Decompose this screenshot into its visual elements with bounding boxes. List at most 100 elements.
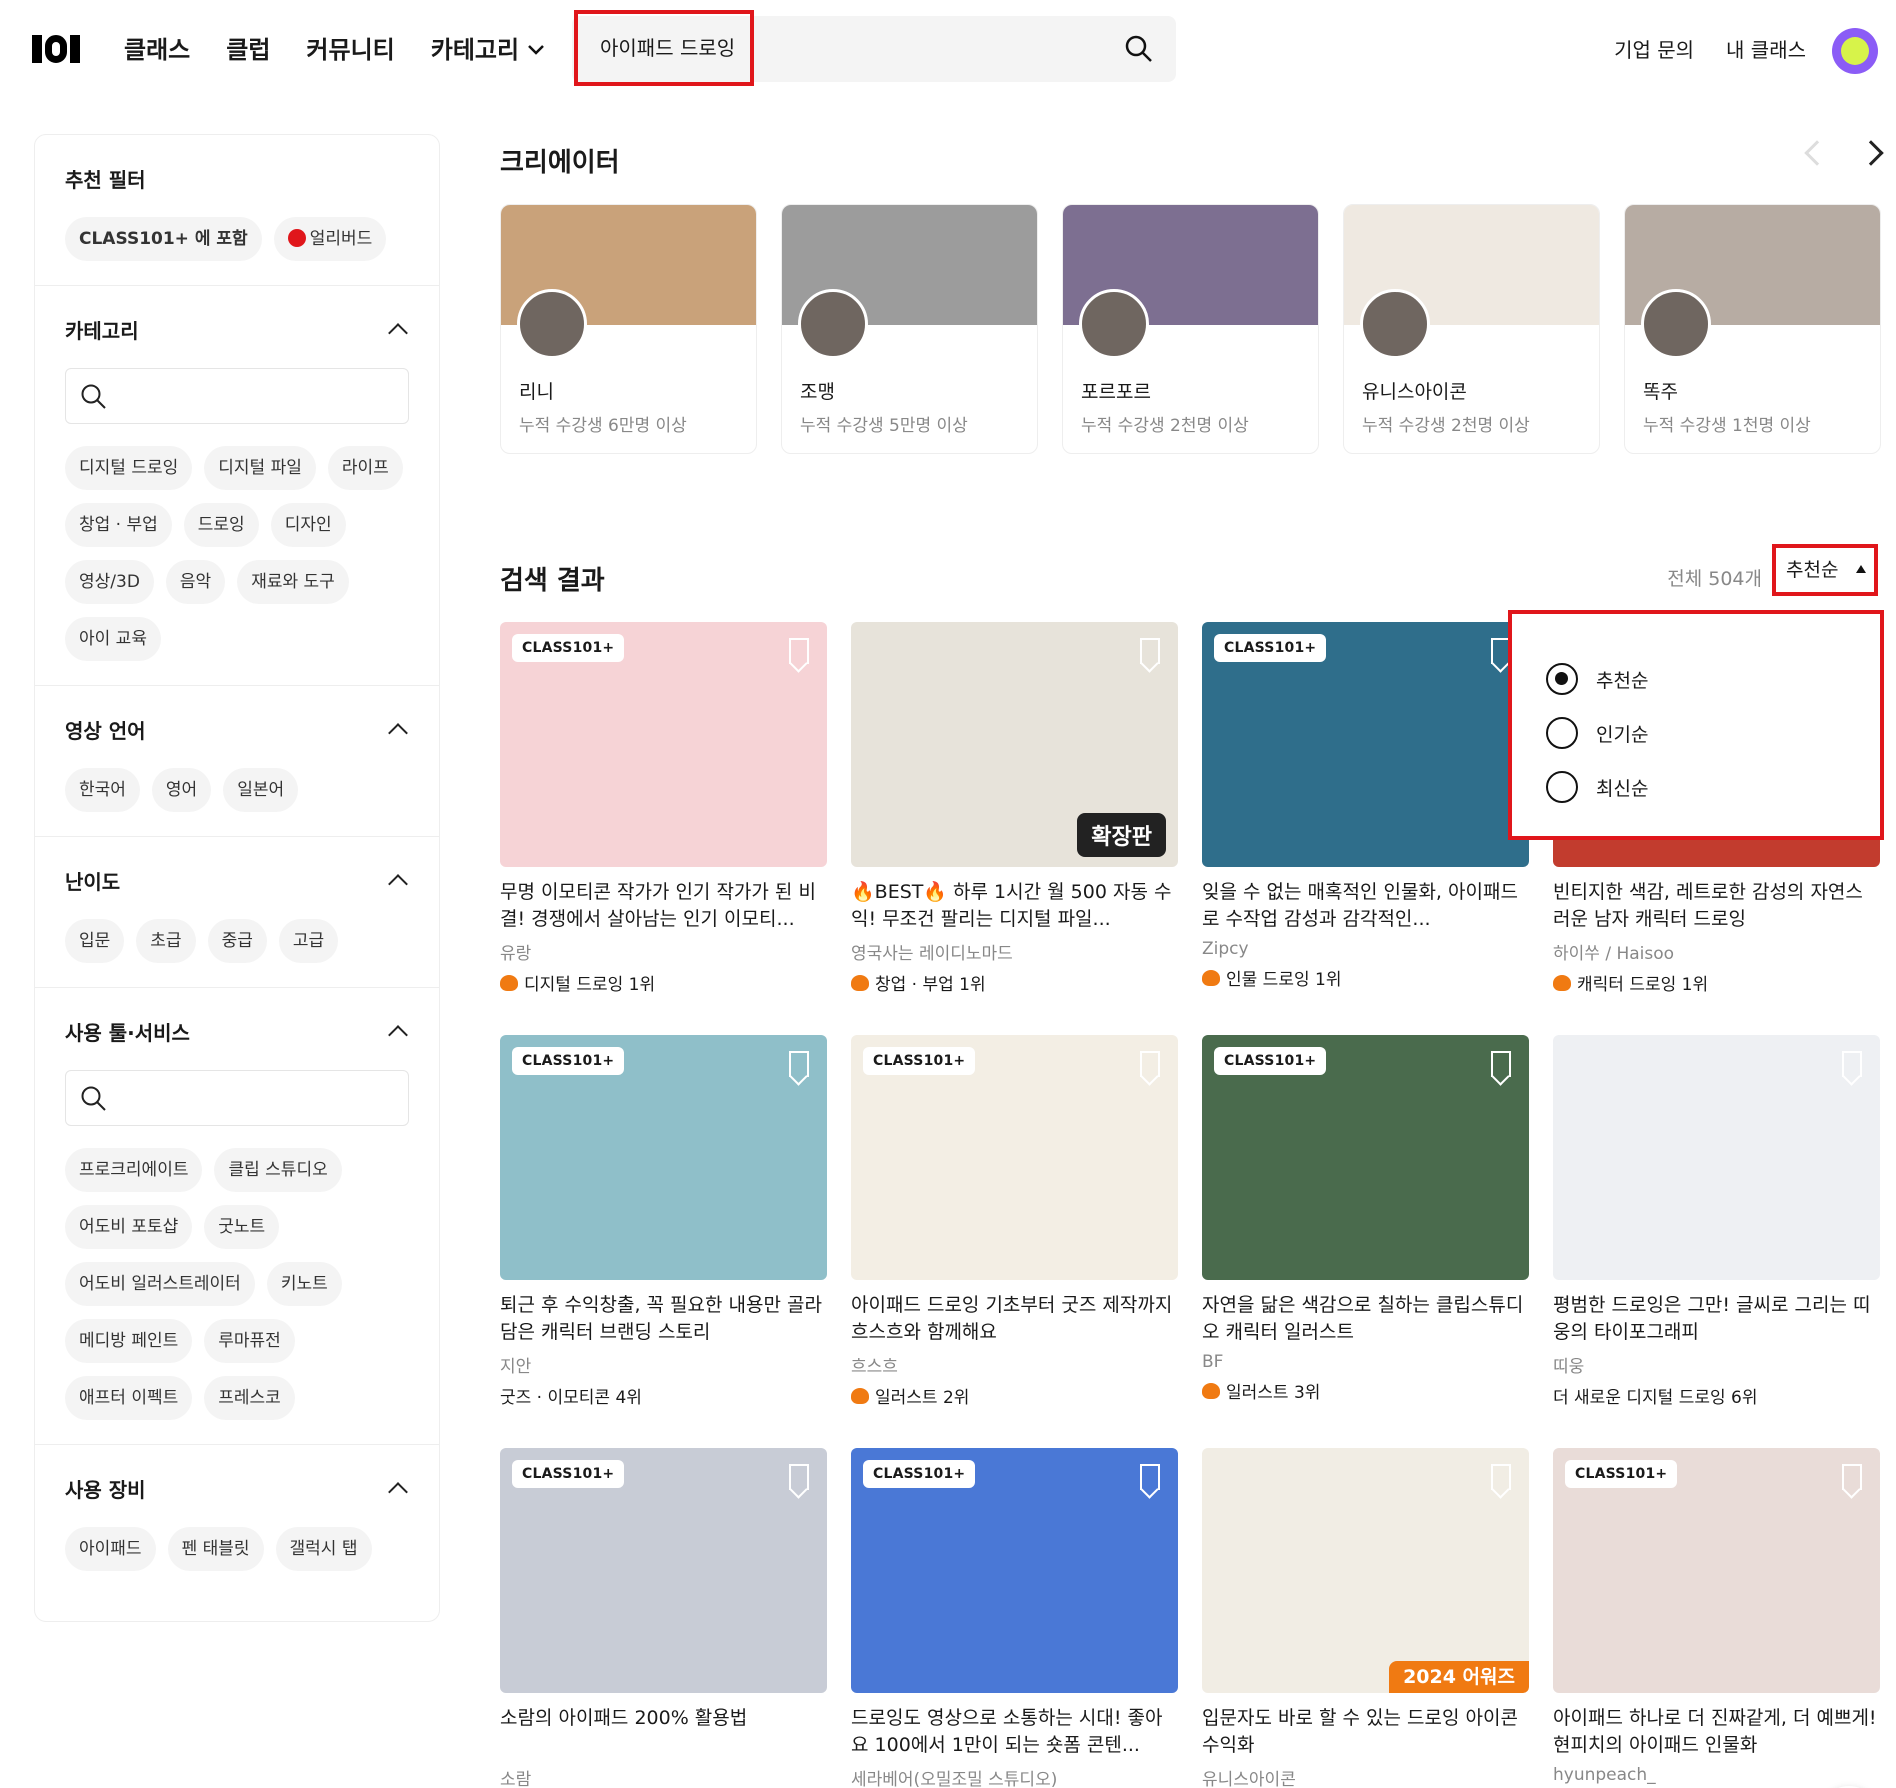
chip-tools[interactable]: 어도비 포토샵 xyxy=(65,1205,193,1249)
sort-option[interactable]: 인기순 xyxy=(1546,706,1880,760)
chip-tools[interactable]: 루마퓨전 xyxy=(204,1319,295,1363)
class-card[interactable]: CLASS101+ 자연을 닮은 색감으로 칠하는 클립스튜디오 캐릭터 일러스트… xyxy=(1202,1035,1529,1448)
nav-club[interactable]: 클럽 xyxy=(226,30,270,70)
business-inquiry-link[interactable]: 기업 문의 xyxy=(1614,34,1694,66)
bookmark-icon[interactable] xyxy=(1491,1051,1511,1077)
bookmark-icon[interactable] xyxy=(789,1464,809,1490)
class-thumbnail[interactable] xyxy=(1553,1035,1880,1280)
prev-arrow-icon[interactable] xyxy=(1804,140,1830,166)
chip-category[interactable]: 디지털 파일 xyxy=(204,446,316,490)
category-search-input[interactable] xyxy=(65,368,409,424)
chip-category[interactable]: 라이프 xyxy=(327,446,403,490)
class101-logo[interactable] xyxy=(32,34,90,64)
chip-tools[interactable]: 클립 스튜디오 xyxy=(214,1148,342,1192)
chip-tools[interactable]: 애프터 이펙트 xyxy=(65,1376,193,1420)
class-card[interactable]: CLASS101+ 드로잉도 영상으로 소통하는 시대! 좋아요 100에서 1만… xyxy=(851,1448,1178,1788)
class-card[interactable]: 평범한 드로잉은 그만! 글씨로 그리는 띠웅의 타이포그래피 띠웅 더 새로운 디… xyxy=(1553,1035,1880,1448)
creator-card[interactable]: 조맹 누적 수강생 5만명 이상 xyxy=(781,204,1038,454)
chip-tools[interactable]: 굿노트 xyxy=(204,1205,280,1249)
class-thumbnail[interactable]: CLASS101+ xyxy=(500,1035,827,1280)
chip-difficulty[interactable]: 중급 xyxy=(207,919,267,963)
chip-language[interactable]: 영어 xyxy=(151,768,212,812)
chip-tools[interactable]: 어도비 일러스트레이터 xyxy=(65,1262,255,1306)
class-card[interactable]: 확장판 🔥BEST🔥 하루 1시간 월 500 자동 수익! 무조건 팔리는 디지… xyxy=(851,622,1178,1035)
chip-earlybird[interactable]: 얼리버드 xyxy=(273,217,387,261)
chip-tools[interactable]: 키노트 xyxy=(266,1262,342,1306)
class-title[interactable]: 소람의 아이패드 200% 활용법 xyxy=(500,1705,827,1759)
nav-classes[interactable]: 클래스 xyxy=(124,30,190,70)
section-title[interactable]: 카테고리 xyxy=(65,314,409,344)
class-title[interactable]: 입문자도 바로 할 수 있는 드로잉 아이콘 수익화 xyxy=(1202,1705,1529,1759)
class-title[interactable]: 드로잉도 영상으로 소통하는 시대! 좋아요 100에서 1만이 되는 숏폼 콘… xyxy=(851,1705,1178,1759)
tools-search-input[interactable] xyxy=(65,1070,409,1126)
class-title[interactable]: 평범한 드로잉은 그만! 글씨로 그리는 띠웅의 타이포그래피 xyxy=(1553,1292,1880,1346)
chip-category[interactable]: 디지털 드로잉 xyxy=(65,446,193,490)
chip-tools[interactable]: 메디방 페인트 xyxy=(65,1319,193,1363)
bookmark-icon[interactable] xyxy=(1140,1464,1160,1490)
class-thumbnail[interactable]: CLASS101+ xyxy=(1202,1035,1529,1280)
chip-equipment[interactable]: 펜 태블릿 xyxy=(167,1527,264,1571)
chip-tools[interactable]: 프로크리에이트 xyxy=(65,1148,203,1192)
bookmark-icon[interactable] xyxy=(1491,1464,1511,1490)
class-thumbnail[interactable]: CLASS101+ xyxy=(500,622,827,867)
bookmark-icon[interactable] xyxy=(1842,1464,1862,1490)
chevron-up-icon[interactable] xyxy=(388,874,408,894)
class-thumbnail[interactable]: CLASS101+ xyxy=(851,1035,1178,1280)
class-card[interactable]: CLASS101+ 퇴근 후 수익창출, 꼭 필요한 내용만 골라 담은 캐릭터 … xyxy=(500,1035,827,1448)
search-icon[interactable] xyxy=(1124,34,1154,64)
chip-difficulty[interactable]: 초급 xyxy=(136,919,196,963)
chip-category[interactable]: 창업 · 부업 xyxy=(65,503,172,547)
chip-difficulty[interactable]: 입문 xyxy=(65,919,125,963)
class-card[interactable]: CLASS101+ 무명 이모티콘 작가가 인기 작가가 된 비결! 경쟁에서 살… xyxy=(500,622,827,1035)
chevron-up-icon[interactable] xyxy=(388,1025,408,1045)
chip-category[interactable]: 음악 xyxy=(165,560,226,604)
chip-language[interactable]: 일본어 xyxy=(223,768,299,812)
creator-card[interactable]: 리니 누적 수강생 6만명 이상 xyxy=(500,204,757,454)
bookmark-icon[interactable] xyxy=(789,638,809,664)
class-title[interactable]: 무명 이모티콘 작가가 인기 작가가 된 비결! 경쟁에서 살아남는 인기 이모… xyxy=(500,879,827,933)
class-title[interactable]: 퇴근 후 수익창출, 꼭 필요한 내용만 골라 담은 캐릭터 브랜딩 스토리 xyxy=(500,1292,827,1346)
creator-card[interactable]: 똑주 누적 수강생 1천명 이상 xyxy=(1624,204,1881,454)
bookmark-icon[interactable] xyxy=(1842,1051,1862,1077)
bookmark-icon[interactable] xyxy=(1140,638,1160,664)
class-title[interactable]: 아이패드 하나로 더 진짜같게, 더 예쁘게! 현피치의 아이패드 인물화 xyxy=(1553,1705,1880,1759)
class-card[interactable]: CLASS101+ 아이패드 하나로 더 진짜같게, 더 예쁘게! 현피치의 아이… xyxy=(1553,1448,1880,1788)
class-card[interactable]: CLASS101+소람의 아이패드 200% 활용법소람더 새로운 라이프 1위 xyxy=(500,1448,827,1788)
section-title[interactable]: 사용 툴·서비스 xyxy=(65,1016,409,1046)
sort-dropdown[interactable]: 추천순 xyxy=(1772,544,1878,596)
chip-category[interactable]: 재료와 도구 xyxy=(237,560,349,604)
my-classes-link[interactable]: 내 클래스 xyxy=(1726,34,1806,66)
chip-category[interactable]: 디자인 xyxy=(270,503,346,547)
next-arrow-icon[interactable] xyxy=(1858,140,1884,166)
class-thumbnail[interactable]: CLASS101+ xyxy=(851,1448,1178,1693)
nav-community[interactable]: 커뮤니티 xyxy=(306,30,394,70)
chevron-up-icon[interactable] xyxy=(388,1482,408,1502)
chip-tools[interactable]: 프레스코 xyxy=(204,1376,295,1420)
chip-category[interactable]: 드로잉 xyxy=(183,503,259,547)
user-avatar[interactable] xyxy=(1832,28,1878,74)
search-input[interactable]: 아이패드 드로잉 xyxy=(574,10,754,86)
chevron-up-icon[interactable] xyxy=(388,723,408,743)
chip-class101plus[interactable]: CLASS101+ 에 포함 xyxy=(65,217,262,261)
class-title[interactable]: 🔥BEST🔥 하루 1시간 월 500 자동 수익! 무조건 팔리는 디지털 파… xyxy=(851,879,1178,933)
chip-difficulty[interactable]: 고급 xyxy=(278,919,339,963)
class-title[interactable]: 아이패드 드로잉 기초부터 굿즈 제작까지 흐스흐와 함께해요 xyxy=(851,1292,1178,1346)
sort-option[interactable]: 최신순 xyxy=(1546,760,1880,814)
chip-equipment[interactable]: 갤럭시 탭 xyxy=(275,1527,372,1571)
class-title[interactable]: 잊을 수 없는 매혹적인 인물화, 아이패드로 수작업 감성과 감각적인... xyxy=(1202,879,1529,933)
class-title[interactable]: 자연을 닮은 색감으로 칠하는 클립스튜디오 캐릭터 일러스트 xyxy=(1202,1292,1529,1346)
section-title[interactable]: 난이도 xyxy=(65,865,409,895)
class-thumbnail[interactable]: CLASS101+ xyxy=(500,1448,827,1693)
bookmark-icon[interactable] xyxy=(789,1051,809,1077)
nav-category[interactable]: 카테고리 xyxy=(431,30,545,70)
class-title[interactable]: 빈티지한 색감, 레트로한 감성의 자연스러운 남자 캐릭터 드로잉 xyxy=(1553,879,1880,933)
creator-card[interactable]: 포르포르 누적 수강생 2천명 이상 xyxy=(1062,204,1319,454)
class-thumbnail[interactable]: CLASS101+ xyxy=(1202,622,1529,867)
class-card[interactable]: CLASS101+ 아이패드 드로잉 기초부터 굿즈 제작까지 흐스흐와 함께해요… xyxy=(851,1035,1178,1448)
class-thumbnail[interactable]: 확장판 xyxy=(851,622,1178,867)
class-card[interactable]: 2024 어워즈 입문자도 바로 할 수 있는 드로잉 아이콘 수익화 유니스아이콘 xyxy=(1202,1448,1529,1788)
chip-category[interactable]: 아이 교육 xyxy=(65,617,161,661)
chip-language[interactable]: 한국어 xyxy=(65,768,140,812)
chevron-up-icon[interactable] xyxy=(388,323,408,343)
class-thumbnail[interactable]: 2024 어워즈 xyxy=(1202,1448,1529,1693)
